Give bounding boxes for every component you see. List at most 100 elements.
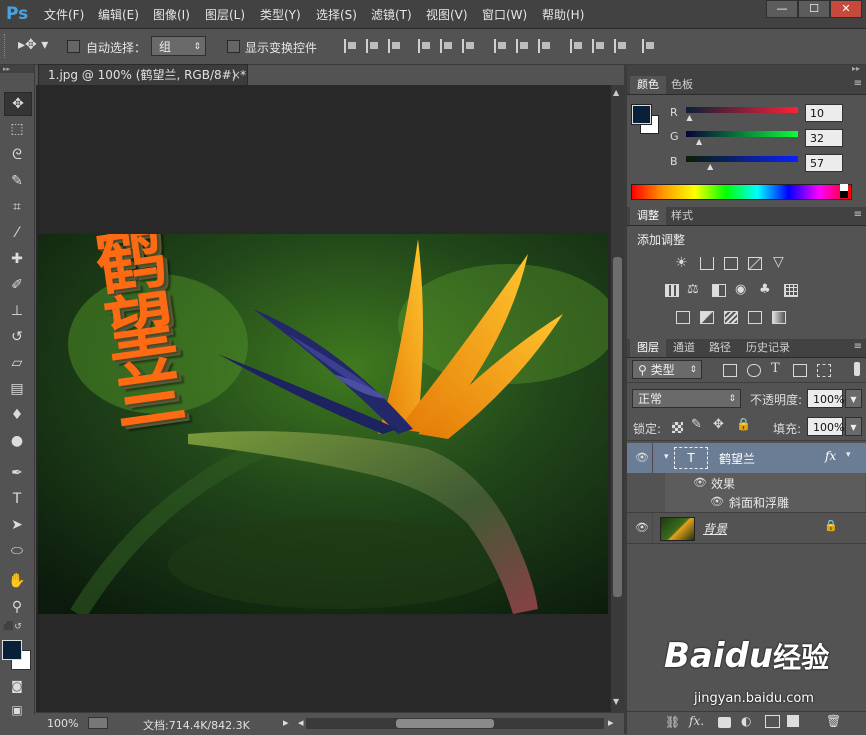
align-left-icon[interactable] <box>418 39 432 53</box>
auto-select-checkbox[interactable] <box>67 40 80 53</box>
hscroll-left-icon[interactable]: ◂ <box>298 716 304 729</box>
bevel-eye-icon[interactable]: 👁 <box>710 495 724 508</box>
fill-input[interactable]: 100% <box>807 417 844 436</box>
threshold-icon[interactable] <box>724 311 738 324</box>
layer-name[interactable]: 鹤望兰 <box>719 450 755 467</box>
horizontal-scrollbar[interactable] <box>306 718 604 729</box>
gradient-tool-icon[interactable]: ▤ <box>4 378 30 400</box>
layers-panel-menu-icon[interactable]: ≡ <box>854 341 862 352</box>
status-menu-icon[interactable]: ▸ <box>283 716 289 729</box>
zoom-level[interactable]: 100% <box>47 717 78 730</box>
filter-type-icon[interactable]: T <box>771 361 780 376</box>
spectrum-black-swatch[interactable] <box>840 191 848 198</box>
color-balance-icon[interactable]: ⚖ <box>687 282 699 297</box>
channel-g-thumb[interactable]: ▲ <box>696 137 702 146</box>
brush-tool-icon[interactable]: ✐ <box>4 274 30 296</box>
tab-color[interactable]: 颜色 <box>630 76 666 94</box>
effects-eye-icon[interactable]: 👁 <box>693 476 707 489</box>
stamp-tool-icon[interactable]: ⊥ <box>4 300 30 322</box>
scroll-up-icon[interactable]: ▲ <box>613 88 619 97</box>
distribute-right-icon[interactable] <box>614 39 628 53</box>
effects-row[interactable]: 👁 效果 <box>627 473 866 513</box>
photo-filter-icon[interactable]: ◉ <box>735 282 746 297</box>
menu-edit[interactable]: 编辑(E) <box>98 6 139 23</box>
fx-indicator-icon[interactable]: fx <box>825 449 836 463</box>
visibility-eye-icon[interactable]: 👁 <box>635 451 649 464</box>
history-brush-icon[interactable]: ↺ <box>4 326 30 348</box>
menu-layer[interactable]: 图层(L) <box>205 6 245 23</box>
panel-collapse-icon[interactable]: ▸▸ <box>852 64 860 73</box>
fill-dropdown-icon[interactable]: ▼ <box>845 417 862 436</box>
foreground-color-swatch[interactable] <box>2 640 22 660</box>
invert-icon[interactable] <box>676 311 690 324</box>
fx-collapse-icon[interactable]: ▾ <box>846 450 851 460</box>
channel-r-input[interactable]: 10 <box>805 104 843 122</box>
add-mask-icon[interactable] <box>718 717 731 728</box>
scrollbar-thumb[interactable] <box>613 257 622 597</box>
lock-pixels-icon[interactable]: ✎ <box>691 417 702 432</box>
levels-icon[interactable] <box>700 257 714 270</box>
channel-b-slider[interactable] <box>686 156 798 162</box>
tools-collapse-icon[interactable]: ▸▸ <box>0 65 34 73</box>
align-bottom-icon[interactable] <box>388 39 402 53</box>
tab-layers[interactable]: 图层 <box>630 339 666 357</box>
channel-b-input[interactable]: 57 <box>805 154 843 172</box>
vibrance-icon[interactable]: ▽ <box>773 254 784 270</box>
tab-adjustments[interactable]: 调整 <box>630 207 666 225</box>
crop-tool-icon[interactable]: ⌗ <box>4 196 30 218</box>
effect-item-row[interactable]: 👁 斜面和浮雕 <box>627 492 866 512</box>
healing-brush-icon[interactable]: ✚ <box>4 248 30 270</box>
posterize-icon[interactable] <box>700 311 714 324</box>
adjust-panel-menu-icon[interactable]: ≡ <box>854 209 862 220</box>
menu-help[interactable]: 帮助(H) <box>542 6 584 23</box>
filter-adjustment-icon[interactable] <box>747 364 761 377</box>
layer-filter-dropdown[interactable]: ⚲ 类型 ⇕ <box>632 360 702 379</box>
align-right-icon[interactable] <box>462 39 476 53</box>
channel-r-thumb[interactable]: ▲ <box>686 113 692 122</box>
align-hcenter-icon[interactable] <box>440 39 454 53</box>
distribute-top-icon[interactable] <box>494 39 508 53</box>
filter-shape-icon[interactable] <box>793 364 807 377</box>
blur-tool-icon[interactable]: ♦ <box>4 404 30 426</box>
channel-g-input[interactable]: 32 <box>805 129 843 147</box>
opacity-dropdown-icon[interactable]: ▼ <box>845 389 862 408</box>
tab-history[interactable]: 历史记录 <box>739 339 797 357</box>
close-button[interactable]: ✕ <box>830 0 862 18</box>
tab-channels[interactable]: 通道 <box>666 339 702 357</box>
selective-color-icon[interactable] <box>748 311 762 324</box>
minimize-button[interactable]: — <box>766 0 798 18</box>
menu-window[interactable]: 窗口(W) <box>482 6 527 23</box>
screen-mode-icon[interactable]: ▣ <box>4 699 30 721</box>
quick-mask-icon[interactable]: ◙ <box>4 675 30 697</box>
filter-toggle-switch[interactable] <box>854 362 860 376</box>
show-transform-checkbox[interactable] <box>227 40 240 53</box>
visibility-eye-icon[interactable]: 👁 <box>635 521 649 534</box>
menu-select[interactable]: 选择(S) <box>316 6 357 23</box>
tab-swatches[interactable]: 色板 <box>664 76 700 94</box>
document-tab[interactable]: 1.jpg @ 100% (鹤望兰, RGB/8#) * × <box>38 64 248 85</box>
swap-colors-icon[interactable]: ⬛↺ <box>3 622 22 632</box>
new-group-icon[interactable] <box>765 715 780 728</box>
eraser-tool-icon[interactable]: ▱ <box>4 352 30 374</box>
shape-tool-icon[interactable]: ⬭ <box>4 540 30 562</box>
lock-position-icon[interactable]: ✥ <box>713 417 724 432</box>
move-tool-preset-icon[interactable]: ▸✥ ▾ <box>18 37 48 53</box>
blend-mode-dropdown[interactable]: 正常 ⇕ <box>632 389 741 408</box>
tab-paths[interactable]: 路径 <box>702 339 738 357</box>
channel-g-slider[interactable] <box>686 131 798 137</box>
tab-styles[interactable]: 样式 <box>664 207 700 225</box>
vertical-scrollbar[interactable]: ▲ ▼ <box>610 85 625 712</box>
lock-all-icon[interactable]: 🔒 <box>736 417 751 431</box>
expand-effects-icon[interactable]: ▾ <box>664 452 669 462</box>
zoom-tool-icon[interactable]: ⚲ <box>4 596 30 618</box>
auto-select-dropdown[interactable]: 组 ⇕ <box>151 36 206 56</box>
gradient-map-icon[interactable] <box>772 311 786 324</box>
quick-select-tool-icon[interactable]: ✎ <box>4 170 30 192</box>
filter-pixel-icon[interactable] <box>723 364 737 377</box>
channel-b-thumb[interactable]: ▲ <box>707 162 713 171</box>
type-tool-icon[interactable]: T <box>4 488 30 510</box>
hscroll-thumb[interactable] <box>396 719 494 728</box>
menu-filter[interactable]: 滤镜(T) <box>371 6 412 23</box>
curves-icon[interactable] <box>724 257 738 270</box>
align-vcenter-icon[interactable] <box>366 39 380 53</box>
